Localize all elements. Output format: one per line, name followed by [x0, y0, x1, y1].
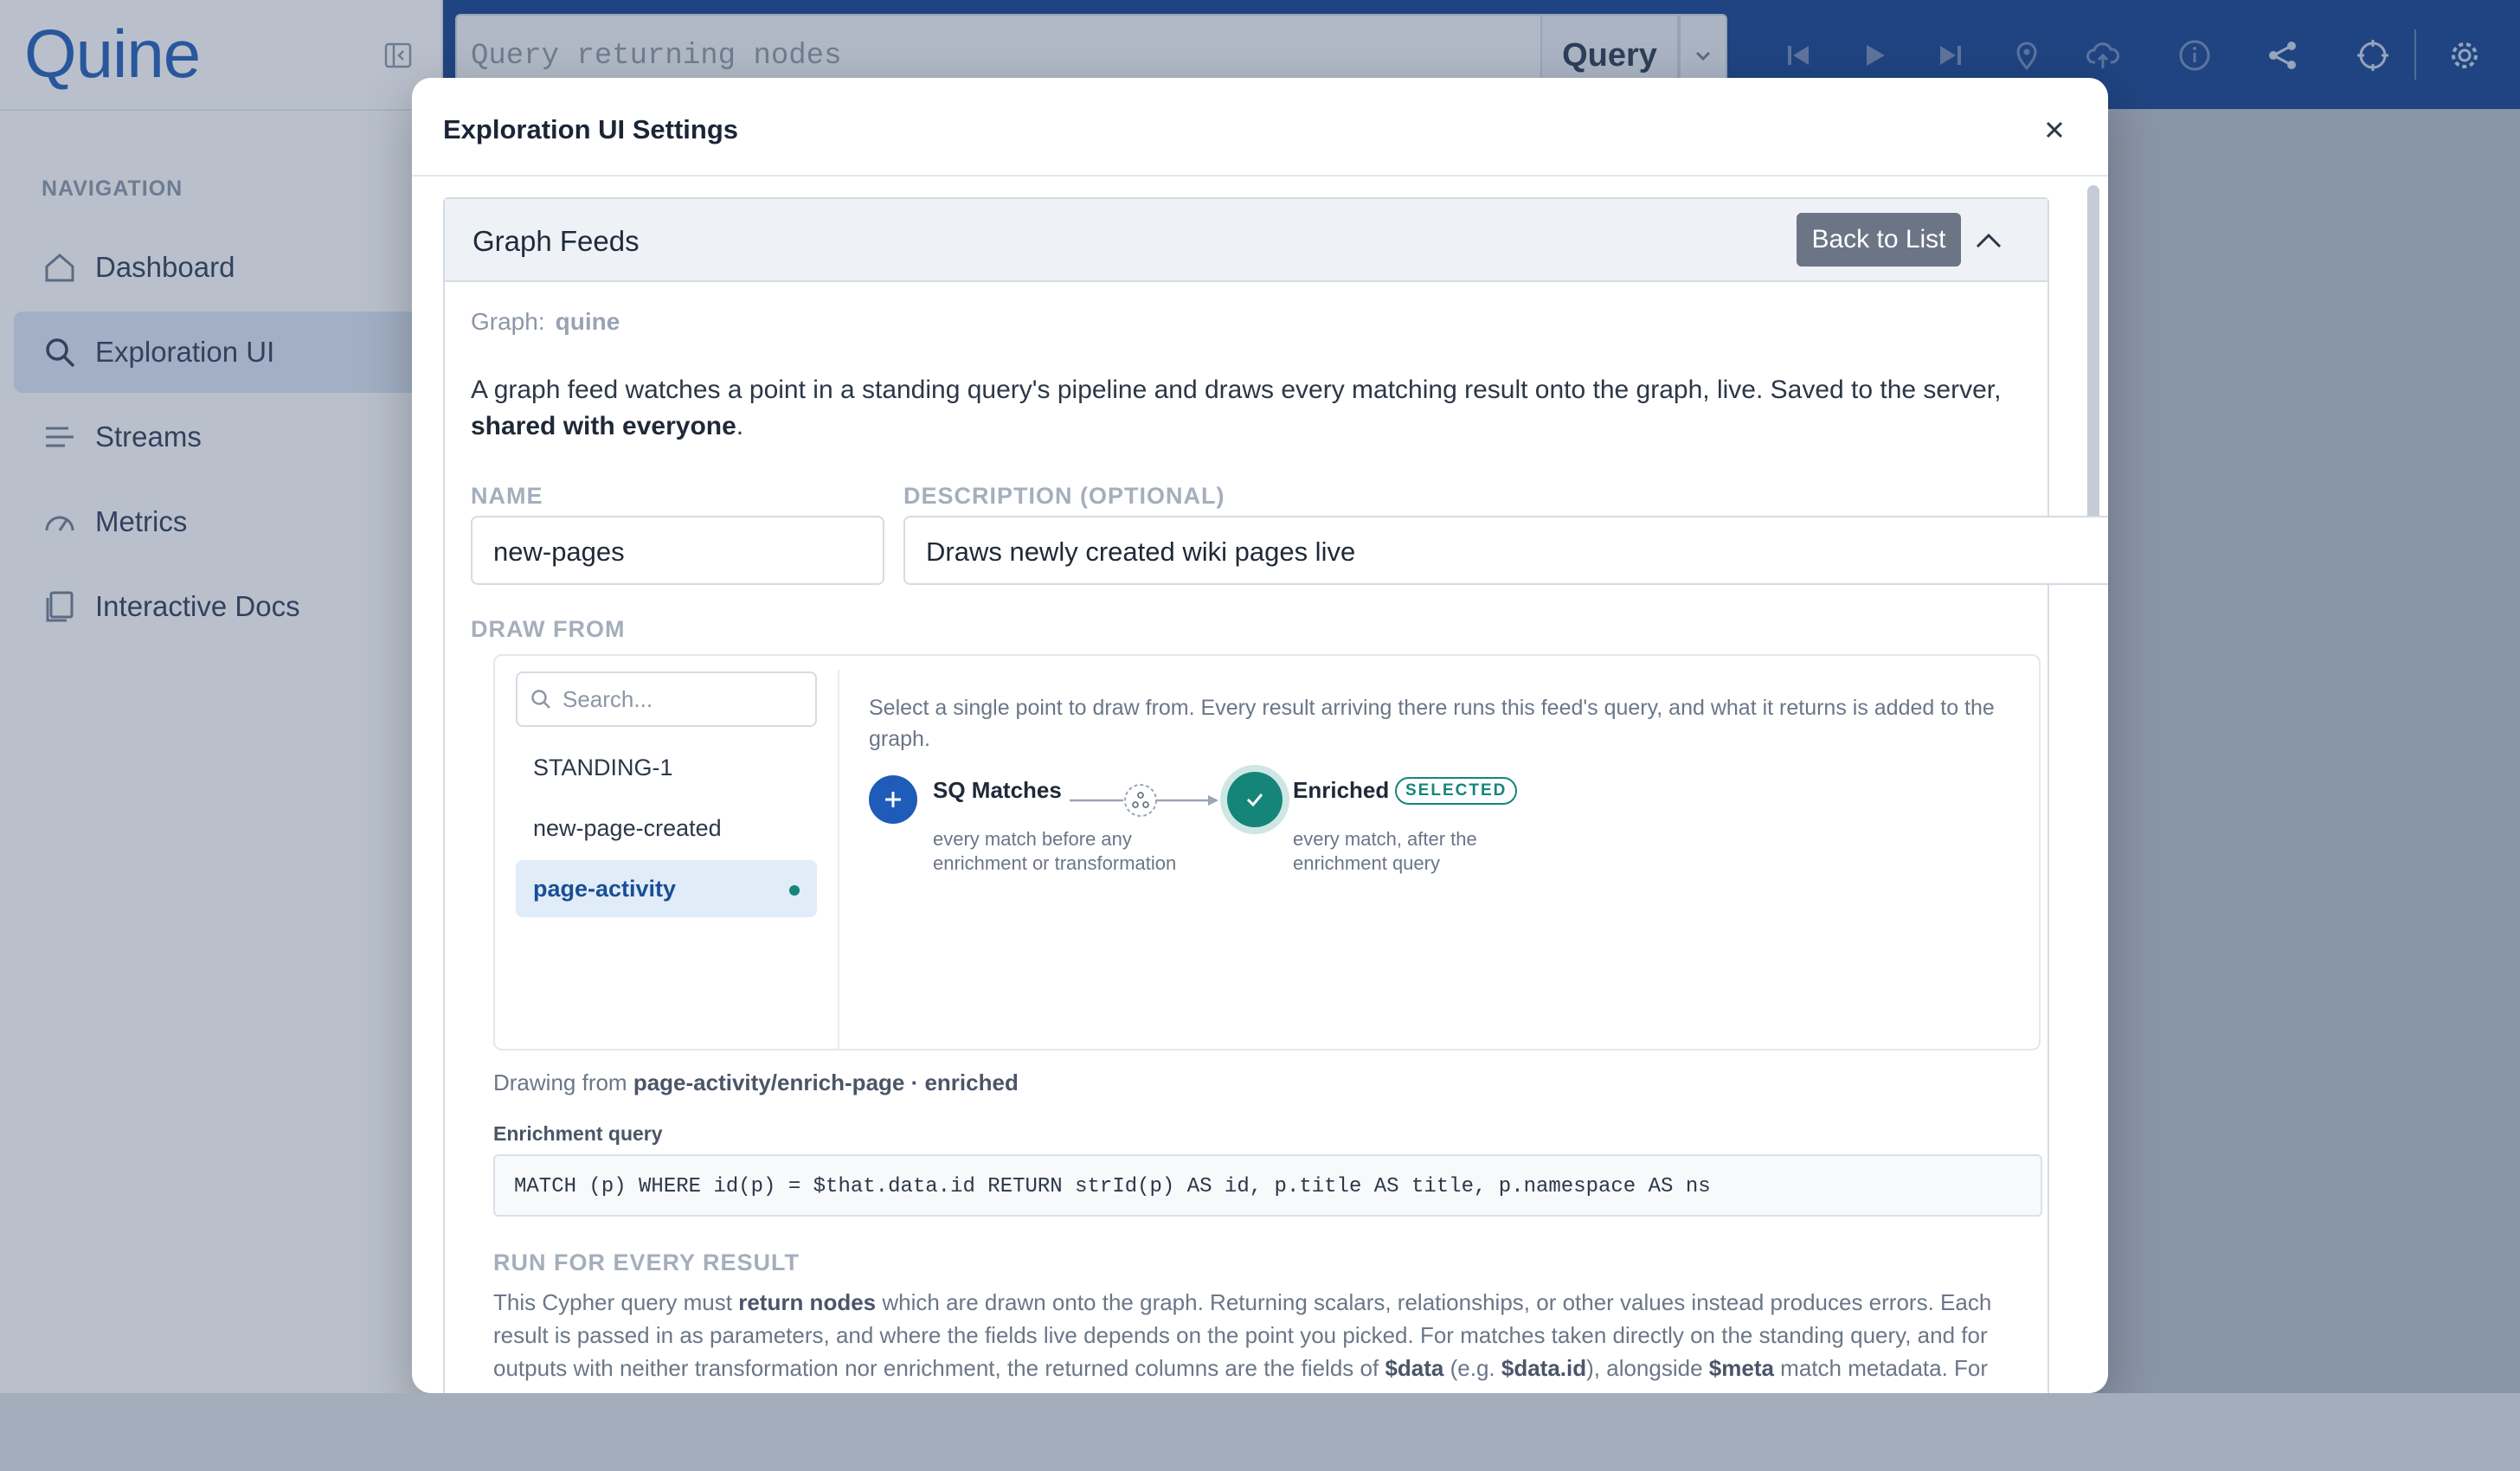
chevron-up-icon[interactable] — [1973, 225, 2004, 256]
description-field[interactable]: Draws newly created wiki pages live — [903, 516, 2108, 585]
sq-matches-node[interactable] — [869, 775, 917, 824]
draw-from-hint: Select a single point to draw from. Ever… — [869, 696, 1995, 751]
draw-from-label: DRAW FROM — [471, 616, 626, 642]
query-item-label: page-activity — [533, 875, 677, 902]
sq-sub-line-1: every match before any — [933, 828, 1132, 850]
search-placeholder: Search... — [562, 685, 653, 712]
back-to-list-button[interactable]: Back to List — [1797, 213, 1961, 267]
backdrop-fill — [0, 1393, 412, 1471]
graph-label: Graph: — [471, 308, 545, 335]
run-for-every-result-label: RUN FOR EVERY RESULT — [493, 1249, 800, 1275]
enriched-title[interactable]: Enriched — [1293, 777, 1389, 804]
run-text-4: ), alongside — [1586, 1355, 1703, 1381]
run-text-1: This Cypher query must — [493, 1289, 732, 1315]
enrichment-query-label: Enrichment query — [493, 1122, 663, 1145]
sq-sub-line-2: enrichment or transformation — [933, 852, 1177, 874]
backdrop-below-modal — [412, 1393, 2108, 1471]
close-icon[interactable] — [2037, 112, 2072, 147]
check-icon — [1246, 793, 1263, 807]
backdrop-fill — [2108, 1393, 2520, 1471]
graph-name: quine — [555, 308, 620, 335]
graph-line: Graph: quine — [471, 308, 620, 336]
enrichment-query-code[interactable]: MATCH (p) WHERE id(p) = $that.data.id RE… — [493, 1154, 2042, 1217]
list-item-selected[interactable]: page-activity — [516, 860, 817, 917]
run-text-bold-3: $data.id — [1501, 1355, 1587, 1381]
name-label: NAME — [471, 483, 543, 509]
section-title: Graph Feeds — [472, 225, 640, 257]
modal-title: Exploration UI Settings — [443, 114, 739, 145]
draw-from-panel: Search... STANDING-1 new-page-created pa… — [493, 654, 2041, 1050]
run-text-bold-2: $data — [1385, 1355, 1444, 1381]
description-label: DESCRIPTION (OPTIONAL) — [903, 483, 1225, 509]
sq-matches-title[interactable]: SQ Matches — [933, 777, 1062, 804]
modal-header: Exploration UI Settings — [412, 78, 2108, 177]
drawing-from-prefix: Drawing from — [493, 1070, 627, 1095]
description-end: . — [736, 412, 744, 440]
name-field[interactable]: new-pages — [471, 516, 884, 585]
enriched-sub-line-2: enrichment query — [1293, 852, 1440, 874]
selected-badge: SELECTED — [1395, 777, 1518, 805]
sq-matches-subtitle: every match before any enrichment or tra… — [933, 827, 1176, 876]
enriched-node[interactable] — [1227, 772, 1282, 827]
run-text-3: (e.g. — [1450, 1355, 1495, 1381]
enriched-sub-line-1: every match, after the — [1293, 828, 1477, 850]
query-search-input[interactable]: Search... — [516, 671, 817, 727]
list-item[interactable]: STANDING-1 — [516, 739, 817, 796]
query-item-label: STANDING-1 — [533, 754, 673, 780]
enriched-subtitle: every match, after the enrichment query — [1293, 827, 1477, 876]
panel-divider — [838, 670, 839, 1050]
run-text-bold-1: return nodes — [738, 1289, 877, 1315]
run-description-text: This Cypher query must return nodes whic… — [493, 1286, 2042, 1384]
drawing-from-status: Drawing from page-activity/enrich-page ·… — [493, 1070, 1019, 1096]
description-main: A graph feed watches a point in a standi… — [471, 376, 2002, 404]
drawing-from-value: page-activity/enrich-page · enriched — [633, 1070, 1019, 1095]
pipeline-connector — [1070, 784, 1218, 817]
description-bold: shared with everyone — [471, 412, 736, 440]
plus-icon — [885, 792, 901, 807]
run-text-bold-4: $meta — [1708, 1355, 1774, 1381]
run-text-5: match metadata. For — [1780, 1355, 1989, 1381]
feed-description-text: A graph feed watches a point in a standi… — [471, 372, 2046, 445]
search-icon — [531, 690, 550, 709]
selected-dot — [789, 885, 800, 896]
card-header: Graph Feeds Back to List — [445, 199, 2048, 282]
list-item[interactable]: new-page-created — [516, 800, 817, 857]
query-item-label: new-page-created — [533, 814, 722, 841]
